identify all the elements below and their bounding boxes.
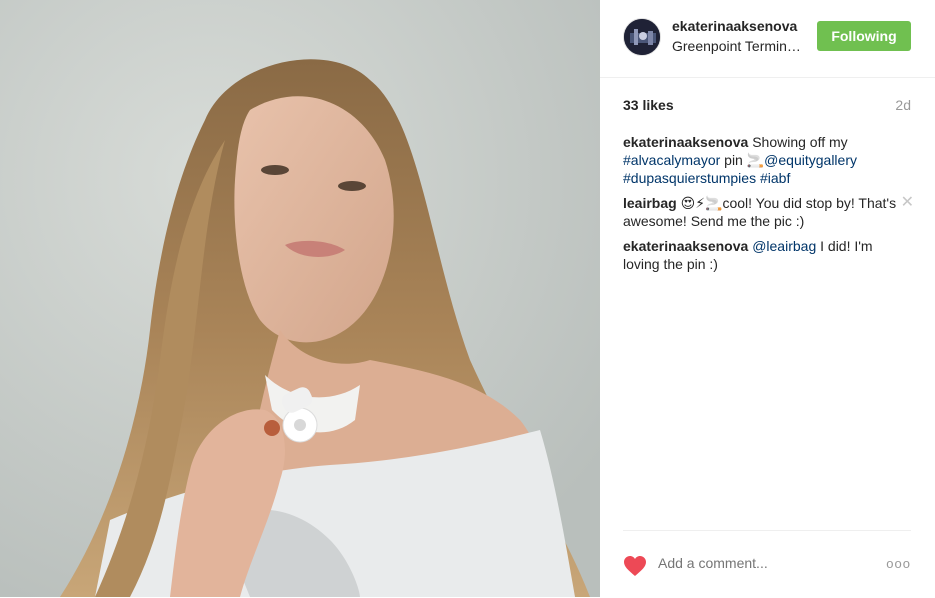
likes-count[interactable]: 33 likes <box>623 97 674 113</box>
comment-tag-link[interactable]: @equitygallery <box>764 152 857 168</box>
post-age[interactable]: 2d <box>895 97 911 113</box>
post-photo[interactable] <box>0 0 600 597</box>
comment-author[interactable]: ekaterinaaksenova <box>623 238 748 254</box>
following-button[interactable]: Following <box>817 21 911 51</box>
comment-tag-link[interactable]: #dupasquierstumpies <box>623 170 756 186</box>
comment-tag-link[interactable]: #iabf <box>760 170 790 186</box>
comment-text: pin 🚬 <box>720 152 765 168</box>
comment-footer: ooo <box>623 530 911 598</box>
post-header: ekaterinaaksenova Greenpoint Terminal Ma… <box>600 0 935 78</box>
portrait-image <box>0 0 600 597</box>
comment-tag-link[interactable]: @leairbag <box>752 238 816 254</box>
comment-author[interactable]: leairbag <box>623 195 677 211</box>
avatar-image <box>624 19 660 55</box>
comment-item: ekaterinaaksenova @leairbag I did! I'm l… <box>623 237 911 273</box>
comment-tag-link[interactable]: #alvacalymayor <box>623 152 720 168</box>
avatar[interactable] <box>623 18 661 56</box>
comment-text: Showing off my <box>748 134 848 150</box>
more-options-icon[interactable]: ooo <box>886 556 911 571</box>
post-username[interactable]: ekaterinaaksenova <box>672 18 802 34</box>
comment-author[interactable]: ekaterinaaksenova <box>623 134 748 150</box>
heart-icon[interactable] <box>623 555 647 577</box>
post-location[interactable]: Greenpoint Terminal Market <box>672 38 802 54</box>
comment-item: ekaterinaaksenova Showing off my #alvaca… <box>623 133 911 187</box>
post-sidebar: ekaterinaaksenova Greenpoint Terminal Ma… <box>600 0 935 597</box>
comment-list: ekaterinaaksenova Showing off my #alvaca… <box>623 133 914 280</box>
delete-comment-icon[interactable]: ✕ <box>901 194 914 212</box>
comment-item: leairbag 😍⚡🚬cool! You did stop by! That'… <box>623 194 914 230</box>
add-comment-input[interactable] <box>658 555 858 571</box>
